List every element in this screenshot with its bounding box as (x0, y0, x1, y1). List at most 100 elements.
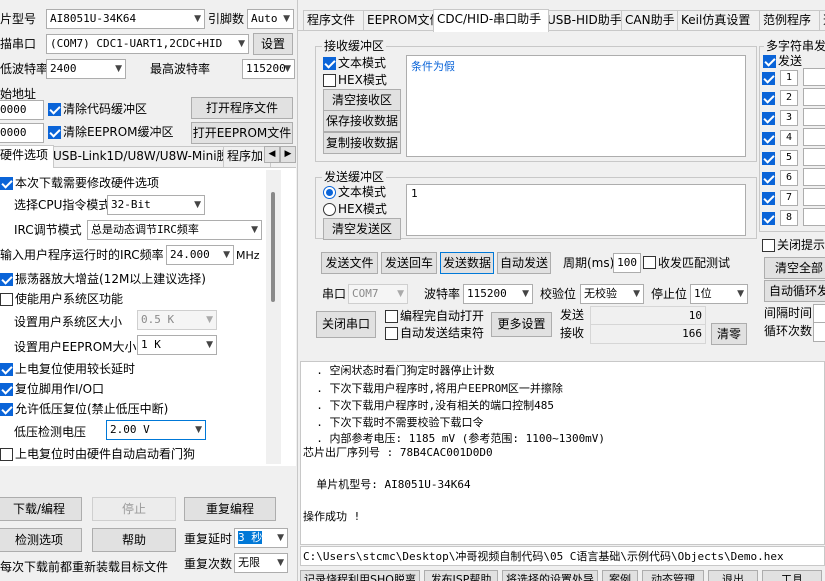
multi-item-1-checkbox[interactable] (762, 72, 775, 85)
interval-input[interactable] (813, 304, 825, 324)
user-eeprom-size-select[interactable]: 1 K ▼ (137, 335, 217, 355)
user-system-area-checkbox[interactable] (0, 293, 13, 306)
multi-item-6-checkbox[interactable] (762, 172, 775, 185)
parity-select[interactable]: 无校验 ▼ (580, 284, 644, 304)
clear-send-button[interactable]: 清空发送区 (323, 218, 401, 240)
user-system-size-select[interactable]: 0.5 K ▼ (137, 310, 217, 330)
bottom-button-6[interactable]: 退出 (708, 570, 758, 581)
detect-options-button[interactable]: 检测选项 (0, 528, 82, 552)
clear-all-button[interactable]: 清空全部 (764, 257, 825, 279)
send-data-button[interactable]: 发送数据 (440, 252, 494, 274)
tab-more[interactable]: 选 (819, 10, 825, 31)
multi-item-8-checkbox[interactable] (762, 212, 775, 225)
repeat-delay-select[interactable]: 3 秒 ▼ (234, 528, 288, 548)
cpu-mode-select[interactable]: 32-Bit ▼ (107, 195, 205, 215)
multi-item-6-button[interactable]: 6 (780, 170, 798, 186)
tab-usb-hid[interactable]: USB-HID助手 (543, 10, 627, 31)
copy-receive-data-button[interactable]: 复制接收数据 (323, 132, 401, 154)
clear-code-buffer-checkbox[interactable] (48, 103, 61, 116)
reset-pin-io-checkbox[interactable] (0, 383, 13, 396)
osc-gain-checkbox[interactable] (0, 273, 13, 286)
irc-frequency-select[interactable]: 24.000 ▼ (166, 245, 234, 265)
receive-textarea[interactable]: 条件为假 (406, 55, 746, 157)
loopback-test-checkbox[interactable] (643, 256, 656, 269)
min-baud-select[interactable]: 2400 ▼ (46, 59, 126, 79)
loop-count-input[interactable] (813, 322, 825, 342)
clear-count-button[interactable]: 清零 (711, 323, 747, 345)
download-program-button[interactable]: 下载/编程 (0, 497, 82, 521)
bottom-button-2[interactable]: 发布ISP帮助 (424, 570, 498, 581)
eeprom-address-input[interactable]: 0000 (0, 123, 44, 143)
irc-mode-select[interactable]: 总是动态调节IRC频率 ▼ (87, 220, 262, 240)
tab-can[interactable]: CAN助手 (621, 10, 683, 31)
modify-hw-options-checkbox[interactable] (0, 177, 13, 190)
send-file-button[interactable]: 发送文件 (321, 252, 378, 274)
scrollbar-thumb[interactable] (271, 192, 275, 302)
bottom-button-4[interactable]: 案例 (602, 570, 638, 581)
multi-item-3-input[interactable] (803, 108, 825, 126)
multi-item-7-button[interactable]: 7 (780, 190, 798, 206)
repeat-count-select[interactable]: 无限 ▼ (234, 553, 288, 573)
auto-send-terminator-checkbox[interactable] (385, 327, 398, 340)
auto-loop-send-button[interactable]: 自动循环发 (764, 280, 825, 302)
baud-rate-select[interactable]: 115200 ▼ (463, 284, 533, 304)
port-select[interactable]: COM7 ▼ (348, 284, 408, 304)
more-settings-button[interactable]: 更多设置 (491, 312, 552, 337)
multi-item-8-input[interactable] (803, 208, 825, 226)
open-eeprom-file-button[interactable]: 打开EEPROM文件 (191, 122, 293, 144)
low-voltage-detect-select[interactable]: 2.00 V ▼ (106, 420, 206, 440)
multi-item-2-button[interactable]: 2 (780, 90, 798, 106)
settings-button[interactable]: 设置 (253, 33, 293, 55)
send-textarea[interactable]: 1 (406, 184, 746, 236)
receive-text-mode-checkbox[interactable] (323, 57, 336, 70)
code-address-input[interactable]: 0000 (0, 100, 44, 120)
log-output[interactable]: . 空闲状态时看门狗定时器停止计数 . 下次下载用户程序时,将用户EEPROM区… (300, 361, 825, 545)
multi-item-8-button[interactable]: 8 (780, 210, 798, 226)
open-program-file-button[interactable]: 打开程序文件 (191, 97, 293, 119)
tab-scroll-left-icon[interactable]: ◀ (264, 146, 280, 163)
multi-item-4-button[interactable]: 4 (780, 130, 798, 146)
hw-options-scrollbar[interactable] (266, 170, 281, 464)
auto-send-button[interactable]: 自动发送 (497, 252, 551, 274)
tab-scroll-right-icon[interactable]: ▶ (280, 146, 296, 163)
save-receive-data-button[interactable]: 保存接收数据 (323, 110, 401, 132)
tab-program-file[interactable]: 程序文件 (303, 10, 369, 31)
bottom-button-5[interactable]: 动态管理 (642, 570, 704, 581)
tab-usb-link1d-offline[interactable]: USB-Link1D/U8W/U8W-Mini脱机 (49, 146, 241, 167)
max-baud-select[interactable]: 115200 ▼ (242, 59, 295, 79)
low-voltage-reset-checkbox[interactable] (0, 403, 13, 416)
send-hex-mode-radio[interactable] (323, 203, 336, 216)
help-button[interactable]: 帮助 (92, 528, 176, 552)
long-reset-delay-checkbox[interactable] (0, 363, 13, 376)
receive-hex-mode-checkbox[interactable] (323, 74, 336, 87)
stop-button[interactable]: 停止 (92, 497, 176, 521)
multi-item-4-checkbox[interactable] (762, 132, 775, 145)
send-return-button[interactable]: 发送回车 (381, 252, 437, 274)
clear-receive-button[interactable]: 清空接收区 (323, 89, 401, 111)
multi-item-7-checkbox[interactable] (762, 192, 775, 205)
bottom-button-1[interactable]: 记录烧程利用SHQ脱离 (300, 570, 420, 581)
tab-keil-debug[interactable]: Keil仿真设置 (677, 10, 765, 31)
scan-port-select[interactable]: (COM7) CDC1-UART1,2CDC+HID ▼ (46, 34, 249, 54)
tab-hardware-options[interactable]: 硬件选项 (0, 145, 54, 168)
multi-item-6-input[interactable] (803, 168, 825, 186)
bottom-button-3[interactable]: 将选择的设置处导 (502, 570, 598, 581)
pin-count-select[interactable]: Auto ▼ (247, 9, 294, 29)
multi-item-5-input[interactable] (803, 148, 825, 166)
multi-item-2-checkbox[interactable] (762, 92, 775, 105)
close-port-button[interactable]: 关闭串口 (316, 311, 376, 338)
multi-item-3-checkbox[interactable] (762, 112, 775, 125)
multi-item-3-button[interactable]: 3 (780, 110, 798, 126)
multi-item-5-button[interactable]: 5 (780, 150, 798, 166)
watchdog-checkbox[interactable] (0, 448, 13, 461)
clear-eeprom-buffer-checkbox[interactable] (48, 126, 61, 139)
multi-item-2-input[interactable] (803, 88, 825, 106)
reprogram-button[interactable]: 重复编程 (184, 497, 276, 521)
multi-item-4-input[interactable] (803, 128, 825, 146)
close-tip-checkbox[interactable] (762, 239, 775, 252)
multi-send-all-checkbox[interactable] (763, 55, 776, 68)
multi-item-1-input[interactable] (803, 68, 825, 86)
multi-item-5-checkbox[interactable] (762, 152, 775, 165)
stop-bits-select[interactable]: 1位 ▼ (690, 284, 748, 304)
send-text-mode-radio[interactable] (323, 186, 336, 199)
